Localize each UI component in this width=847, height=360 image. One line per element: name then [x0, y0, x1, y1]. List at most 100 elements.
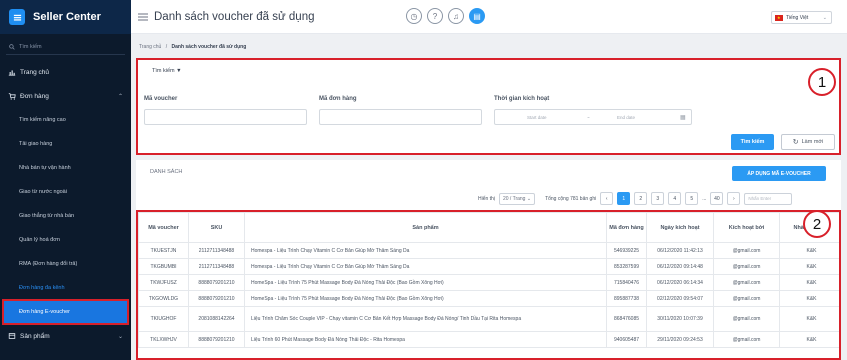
- user-icon[interactable]: ▤: [469, 8, 485, 24]
- cell-supplier: K&K: [779, 242, 839, 259]
- goto-page-input[interactable]: Nhấn Enter: [744, 192, 793, 205]
- annotation-badge-2: 2: [803, 210, 831, 238]
- search-icon: [9, 43, 15, 50]
- cell-order: 868476085: [606, 306, 647, 332]
- cell-activated-by: @gmail.com: [713, 306, 780, 332]
- cell-sku: 2112711348488: [188, 258, 245, 275]
- sidebar-item-label: Sản phẩm: [20, 332, 50, 340]
- help-icon[interactable]: ?: [427, 8, 443, 24]
- voucher-code-input[interactable]: [144, 109, 307, 125]
- cell-supplier: K&K: [779, 274, 839, 291]
- sidebar-sub-advanced-search[interactable]: Tìm kiếm nâng cao: [0, 108, 131, 132]
- col-product: Sản phẩm: [244, 212, 607, 243]
- cell-voucher: TKWJFUSZ: [138, 274, 189, 291]
- cell-activated-by: @gmail.com: [713, 290, 780, 307]
- prev-page-button[interactable]: ‹: [600, 192, 614, 205]
- sidebar-sub-delivery-upload[interactable]: Tải giao hàng: [0, 132, 131, 156]
- sidebar-item-label: Đơn hàng: [20, 92, 49, 100]
- page-button[interactable]: 1: [617, 192, 631, 205]
- cell-voucher: TKIUGHOF: [138, 306, 189, 332]
- page-button[interactable]: 4: [668, 192, 682, 205]
- search-toggle[interactable]: Tìm kiếm ▼: [152, 68, 182, 74]
- cell-product: HomeSpa - Liệu Trình 75 Phút Massage Bod…: [244, 290, 607, 307]
- cell-product: Homespa - Liệu Trình Chạy Vitamin C Cơ B…: [244, 242, 607, 259]
- sidebar-sub-self-operated[interactable]: Nhà bán tự vận hành: [0, 156, 131, 180]
- sidebar: Seller Center Tìm kiếm Trang chủ Đơn hàn…: [0, 0, 131, 360]
- table-row[interactable]: TKGOWLDG 8888079201210 HomeSpa - Liệu Tr…: [138, 290, 839, 307]
- page-ellipsis[interactable]: ...: [702, 196, 706, 202]
- cell-sku: 8888079201210: [188, 331, 245, 348]
- sidebar-item-label: Trang chủ: [20, 68, 50, 76]
- sidebar-item-products[interactable]: Sản phẩm ⌄: [0, 324, 131, 348]
- menu-icon[interactable]: [138, 12, 148, 22]
- brand[interactable]: Seller Center: [0, 0, 131, 34]
- search-panel: Tìm kiếm ▼ Mã voucher Mã đơn hàng Thời g…: [136, 58, 841, 155]
- top-bar: Danh sách voucher đã sử dụng ◷ ? ♫ ▤ Tiế…: [131, 0, 847, 34]
- sidebar-item-home[interactable]: Trang chủ: [0, 60, 131, 84]
- per-page-select[interactable]: 20 / Trang ⌄: [498, 192, 536, 205]
- pagination: Hiển thị 20 / Trang ⌄ Tổng cộng 781 bản …: [478, 192, 793, 205]
- breadcrumb-separator: /: [165, 44, 168, 50]
- cell-voucher: TKGOWLDG: [138, 290, 189, 307]
- sidebar-item-orders[interactable]: Đơn hàng ⌃: [0, 84, 131, 108]
- cell-sku: 2081088142264: [188, 306, 245, 332]
- cell-date: 02/12/2020 09:54:07: [646, 290, 714, 307]
- page-button[interactable]: 5: [685, 192, 699, 205]
- chevron-down-icon: ⌄: [117, 333, 123, 340]
- store-logo-icon: [9, 9, 25, 25]
- table-row[interactable]: TKLXWHJV 8888079201210 Liệu Trình 60 Phú…: [138, 331, 839, 348]
- sidebar-sub-evoucher[interactable]: Đơn hàng E-voucher: [2, 299, 129, 325]
- clock-icon[interactable]: ◷: [406, 8, 422, 24]
- cart-icon: [8, 93, 16, 100]
- vietnam-flag-icon: [775, 14, 783, 21]
- table-row[interactable]: TKGBUMBI 2112711348488 Homespa - Liệu Tr…: [138, 258, 839, 275]
- col-activated-by: Kích hoạt bởi: [713, 212, 780, 243]
- reset-label: Làm mới: [801, 139, 824, 145]
- apply-evoucher-button[interactable]: ÁP DỤNG MÃ E-VOUCHER: [732, 166, 826, 181]
- language-label: Tiếng Việt: [786, 14, 809, 21]
- sidebar-sub-invoices[interactable]: Quản lý hoá đơn: [0, 228, 131, 252]
- breadcrumb-current: Danh sách voucher đã sử dụng: [171, 44, 247, 50]
- bell-icon[interactable]: ♫: [448, 8, 464, 24]
- activation-time-label: Thời gian kích hoạt: [494, 96, 550, 102]
- cell-supplier: K&K: [779, 331, 839, 348]
- col-activation-date: Ngày kích hoạt: [646, 212, 714, 243]
- top-icons: ◷ ? ♫ ▤: [406, 8, 485, 24]
- col-sku: SKU: [188, 212, 245, 243]
- sidebar-sub-overseas[interactable]: Giao từ nước ngoài: [0, 180, 131, 204]
- cell-supplier: K&K: [779, 306, 839, 332]
- cell-activated-by: @gmail.com: [713, 258, 780, 275]
- next-page-button[interactable]: ›: [727, 192, 741, 205]
- page-button[interactable]: 3: [651, 192, 665, 205]
- cell-date: 06/12/2020 06:14:34: [646, 274, 714, 291]
- chart-icon: [8, 70, 16, 76]
- list-panel: DANH SÁCH ÁP DỤNG MÃ E-VOUCHER Hiển thị …: [136, 160, 841, 360]
- cell-voucher: TKLXWHJV: [138, 331, 189, 348]
- reset-button[interactable]: ↻ Làm mới: [781, 134, 835, 150]
- per-page-value: 20 / Trang: [502, 195, 526, 202]
- page-button[interactable]: 2: [634, 192, 648, 205]
- table-row[interactable]: TKIUGHOF 2081088142264 Liệu Trình Chăm S…: [138, 306, 839, 332]
- order-code-input[interactable]: [319, 109, 482, 125]
- sidebar-sub-rma[interactable]: RMA (Đơn hàng đổi trả): [0, 252, 131, 276]
- search-button[interactable]: Tìm kiếm: [731, 134, 774, 150]
- cell-sku: 2112711348488: [188, 242, 245, 259]
- table-row[interactable]: TKUESTJN 2112711348488 Homespa - Liệu Tr…: [138, 242, 839, 259]
- chevron-down-icon: ⌄: [822, 14, 827, 21]
- activation-date-range[interactable]: Start date ~ End date ▦: [494, 109, 692, 125]
- cell-product: HomeSpa - Liệu Trình 75 Phút Massage Bod…: [244, 274, 607, 291]
- language-select[interactable]: Tiếng Việt ⌄: [771, 11, 832, 24]
- sidebar-search-input[interactable]: Tìm kiếm: [6, 39, 125, 55]
- breadcrumb-home[interactable]: Trang chủ: [139, 44, 161, 50]
- cell-voucher: TKGBUMBI: [138, 258, 189, 275]
- breadcrumb: Trang chủ / Danh sách voucher đã sử dụng: [139, 44, 246, 50]
- brand-title: Seller Center: [33, 11, 101, 23]
- sidebar-sub-direct-shipping[interactable]: Giao thẳng từ nhà bán: [0, 204, 131, 228]
- cell-sku: 8888079201210: [188, 290, 245, 307]
- col-order-code: Mã đơn hàng: [606, 212, 647, 243]
- refresh-icon: ↻: [792, 139, 799, 146]
- table-row[interactable]: TKWJFUSZ 8888079201210 HomeSpa - Liệu Tr…: [138, 274, 839, 291]
- sidebar-sub-multichannel[interactable]: Đơn hàng đa kênh: [0, 276, 131, 300]
- page-button[interactable]: 40: [710, 192, 724, 205]
- range-separator: ~: [587, 114, 590, 120]
